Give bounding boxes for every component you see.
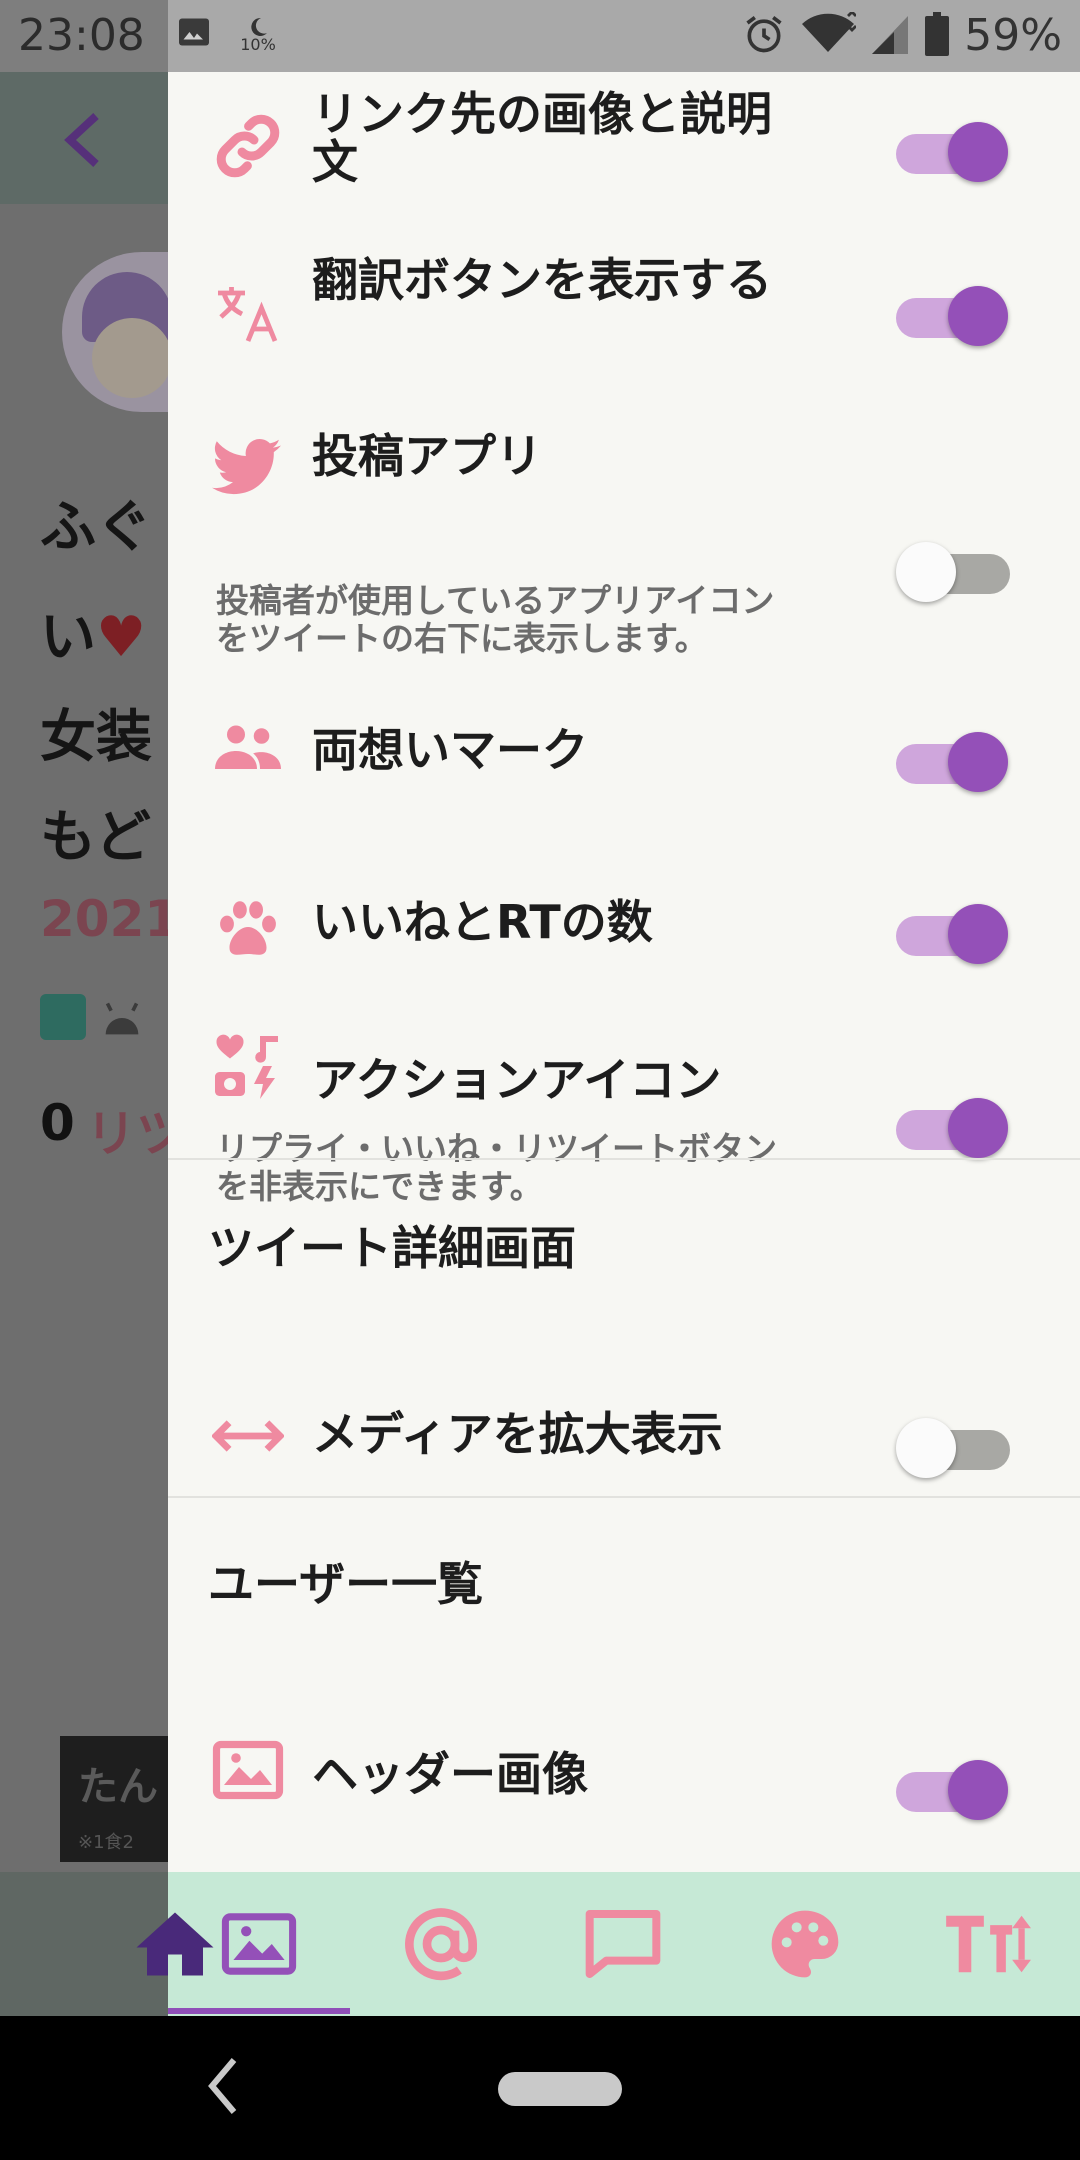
section-divider bbox=[168, 1158, 1080, 1160]
setting-title: 両想いマーク bbox=[312, 723, 588, 777]
system-nav-bar bbox=[0, 2016, 1080, 2160]
setting-title: ヘッダー画像 bbox=[312, 1747, 588, 1801]
setting-expand-media[interactable]: メディアを拡大表示 bbox=[168, 1372, 1080, 1502]
toggle-switch[interactable] bbox=[896, 114, 1008, 184]
setting-link-preview[interactable]: リンク先の画像と説明文 bbox=[168, 82, 1080, 232]
toggle-switch[interactable] bbox=[896, 724, 1008, 794]
setting-header-image[interactable]: ヘッダー画像 bbox=[168, 1712, 1080, 1842]
wifi-icon bbox=[800, 9, 858, 60]
image-icon bbox=[221, 1913, 297, 1975]
twitter-bird-icon bbox=[212, 432, 284, 504]
status-notifications: 10% bbox=[176, 14, 278, 54]
setting-title: メディアを拡大表示 bbox=[312, 1407, 723, 1461]
thumbnail-subtext: ※1食2 bbox=[78, 1832, 134, 1853]
status-bar: 23:08 10% 59% bbox=[0, 0, 1080, 72]
tweet-text-line: い♥ bbox=[40, 605, 147, 670]
setting-action-icons[interactable]: アクションアイコン リプライ・いいね・リツイートボタンを非表示にできます。 bbox=[168, 1018, 1080, 1218]
settings-drawer: リンク先の画像と説明文 翻訳ボタンを表示する 投稿アプリ 投稿者が使用しているア… bbox=[168, 72, 1080, 1872]
toggle-switch[interactable] bbox=[896, 1752, 1008, 1822]
font-size-tab[interactable] bbox=[896, 1872, 1078, 2016]
toggle-switch[interactable] bbox=[896, 1090, 1008, 1160]
setting-mutual-mark[interactable]: 両想いマーク bbox=[168, 690, 1080, 830]
android-icon bbox=[100, 998, 144, 1042]
paw-icon bbox=[212, 894, 284, 966]
active-tab-indicator bbox=[168, 2008, 350, 2014]
moon-percent: 10% bbox=[240, 34, 276, 54]
palette-tab[interactable] bbox=[714, 1872, 896, 2016]
section-header-tweet-detail: ツイート詳細画面 bbox=[208, 1221, 576, 1275]
nav-home-pill[interactable] bbox=[498, 2072, 622, 2106]
at-sign-icon bbox=[405, 1908, 477, 1981]
expand-arrows-icon bbox=[212, 1400, 284, 1472]
tweet-text-line: ふぐ bbox=[40, 495, 152, 560]
bottom-tab-bar bbox=[0, 1872, 1080, 2016]
setting-posting-app[interactable]: 投稿アプリ 投稿者が使用しているアプリアイコンをツイートの右下に表示します。 bbox=[168, 432, 1080, 662]
section-divider bbox=[168, 1496, 1080, 1498]
avatar[interactable] bbox=[62, 252, 172, 412]
gallery-notification-icon bbox=[176, 14, 212, 54]
setting-title: アクションアイコン bbox=[312, 1053, 722, 1107]
back-arrow-icon[interactable] bbox=[60, 110, 104, 174]
tweet-date: 2021 bbox=[40, 890, 180, 948]
background-toolbar bbox=[0, 72, 168, 204]
battery-icon bbox=[924, 11, 950, 60]
chat-tab[interactable] bbox=[532, 1872, 714, 2016]
text-size-icon bbox=[946, 1915, 1031, 1973]
nav-back-icon[interactable] bbox=[206, 2056, 238, 2120]
toggle-switch[interactable] bbox=[896, 278, 1008, 348]
setting-description: リプライ・いいね・リツイートボタンを非表示にできます。 bbox=[216, 1129, 777, 1206]
status-time: 23:08 bbox=[18, 10, 145, 61]
setting-title: 投稿アプリ bbox=[312, 429, 542, 483]
alarm-icon bbox=[742, 12, 786, 60]
toggle-switch[interactable] bbox=[896, 534, 1010, 604]
section-header-user-list: ユーザー一覧 bbox=[208, 1557, 484, 1611]
tweet-text-line: 女装 bbox=[40, 705, 152, 770]
battery-percent: 59% bbox=[964, 10, 1062, 61]
toggle-switch[interactable] bbox=[896, 896, 1008, 966]
chat-bubble-icon bbox=[585, 1910, 661, 1978]
setting-like-rt-count[interactable]: いいねとRTの数 bbox=[168, 858, 1080, 998]
mention-tab[interactable] bbox=[350, 1872, 532, 2016]
setting-title: いいねとRTの数 bbox=[312, 895, 653, 949]
thumbnail-text: たん bbox=[78, 1764, 158, 1810]
image-tab[interactable] bbox=[168, 1872, 350, 2016]
translate-icon bbox=[212, 278, 284, 350]
tweet-text-line: もど bbox=[40, 805, 151, 870]
retweet-count: 0 bbox=[40, 1094, 75, 1152]
moon-icon: 10% bbox=[238, 15, 278, 54]
setting-description: 投稿者が使用しているアプリアイコンをツイートの右下に表示します。 bbox=[216, 581, 775, 658]
setting-title: 翻訳ボタンを表示する bbox=[312, 253, 772, 307]
setting-translate-button[interactable]: 翻訳ボタンを表示する bbox=[168, 248, 1080, 398]
signal-icon bbox=[870, 12, 910, 60]
image-icon bbox=[212, 1734, 284, 1806]
setting-title: リンク先の画像と説明文 bbox=[312, 87, 772, 189]
link-icon bbox=[212, 110, 284, 182]
action-icons-icon bbox=[212, 1030, 284, 1102]
media-thumbnail[interactable]: たん ※1食2 bbox=[60, 1736, 170, 1862]
status-system: 59% bbox=[742, 9, 1062, 61]
toggle-switch[interactable] bbox=[896, 1410, 1010, 1480]
palette-icon bbox=[771, 1910, 839, 1978]
app-badge-icon bbox=[40, 994, 86, 1040]
people-icon bbox=[212, 712, 284, 784]
